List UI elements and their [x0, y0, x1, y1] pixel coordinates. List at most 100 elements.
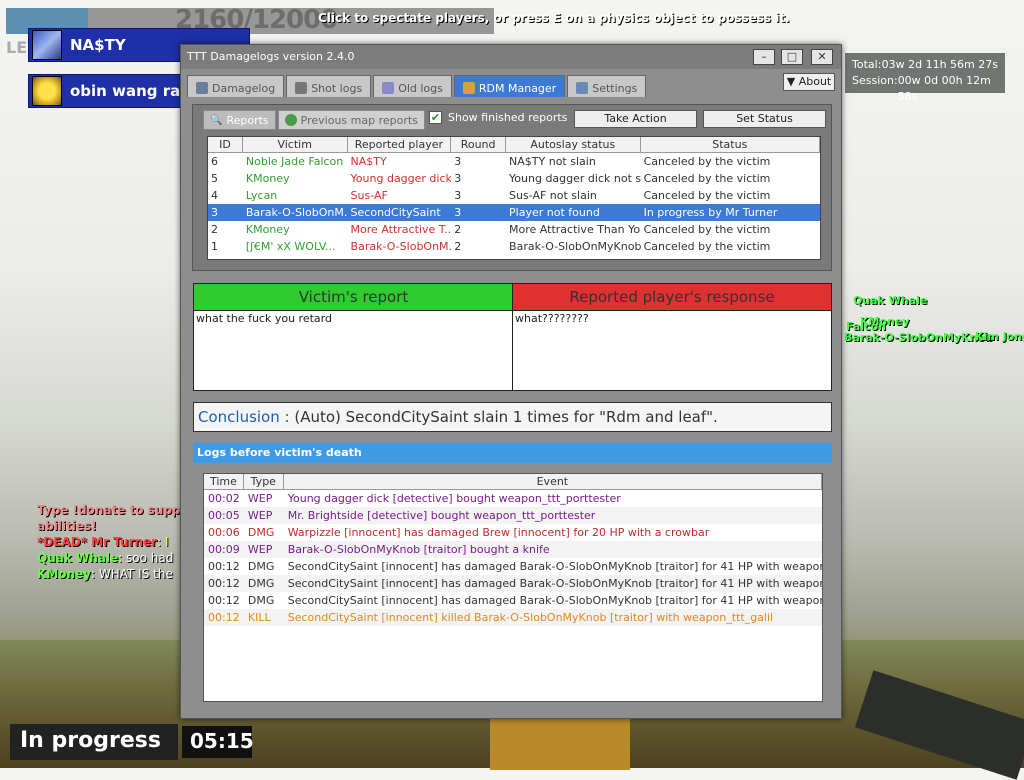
- table-cell: 2: [211, 223, 218, 236]
- log-row[interactable]: 00:09 WEP Barak-O-SlobOnMyKnob [traitor] b…: [204, 541, 822, 558]
- tab-damagelog[interactable]: Damagelog: [187, 75, 285, 97]
- log-cell: 00:09: [208, 543, 240, 556]
- log-cell: 00:02: [208, 492, 240, 505]
- chat-name: Type !donate to suppo: [37, 503, 189, 517]
- maximize-button[interactable]: □: [781, 49, 803, 65]
- table-row[interactable]: 2 KMoney More Attractive T... 2 More Attract…: [208, 221, 820, 238]
- log-row[interactable]: 00:06 DMG Warpizzle [innocent] has damaged…: [204, 524, 822, 541]
- conclusion-box: Conclusion : (Auto) SecondCitySaint slai…: [193, 402, 832, 432]
- window-titlebar[interactable]: TTT Damagelogs version 2.4.0 – □ ✕: [181, 45, 841, 69]
- tab-settings[interactable]: Settings: [567, 75, 647, 97]
- column-header[interactable]: Status: [641, 137, 820, 152]
- column-header[interactable]: Autoslay status: [506, 137, 641, 152]
- table-row[interactable]: 5 KMoney Young dagger dick 3 Young dagger di…: [208, 170, 820, 187]
- table-cell: In progress by Mr Turner: [643, 206, 778, 219]
- checkbox-label: Show finished reports: [448, 111, 568, 124]
- table-cell: Canceled by the victim: [643, 155, 771, 168]
- log-cell: SecondCitySaint [innocent] has damaged B…: [287, 577, 822, 590]
- report-panel: Victim's report Reported player's respon…: [193, 283, 832, 391]
- column-header[interactable]: Round: [451, 137, 507, 152]
- take-action-button[interactable]: Take Action: [574, 110, 697, 128]
- log-cell: 00:12: [208, 577, 240, 590]
- chat-name: *DEAD* Mr Turner: [37, 535, 158, 549]
- tab-rdm-manager[interactable]: RDM Manager: [453, 75, 566, 97]
- tab-label: RDM Manager: [478, 81, 557, 95]
- table-cell: NA$TY: [350, 155, 387, 168]
- logs-table: Time Type Event 00:02 WEP Young dagger dic…: [203, 473, 823, 702]
- table-cell: More Attractive Than Yo...: [509, 223, 641, 236]
- column-header[interactable]: Victim: [243, 137, 348, 152]
- log-cell: KILL: [247, 611, 271, 624]
- calendar-icon: [382, 82, 395, 94]
- set-status-button[interactable]: Set Status: [703, 110, 826, 128]
- about-label: About: [798, 75, 832, 88]
- chat-message: : WHAT IS the: [91, 567, 173, 581]
- main-tabs: Damagelog Shot logs Old logs RDM Manager Set…: [187, 75, 647, 97]
- weapon-model: [854, 670, 1024, 780]
- wrench-icon: [576, 82, 589, 94]
- table-row[interactable]: 6 Noble Jade Falcon NA$TY 3 NA$TY not slain C…: [208, 153, 820, 170]
- table-cell: Barak-O-SlobOnMyKnob ...: [509, 240, 641, 253]
- log-row[interactable]: 00:12 DMG SecondCitySaint [innocent] has d…: [204, 575, 822, 592]
- report-subtabs: 🔍 Reports Previous map reports: [203, 110, 425, 130]
- column-header[interactable]: Event: [284, 474, 822, 489]
- log-row[interactable]: 00:12 DMG SecondCitySaint [innocent] has d…: [204, 592, 822, 609]
- column-header[interactable]: Time: [204, 474, 244, 489]
- minimize-button[interactable]: –: [753, 49, 775, 65]
- log-row[interactable]: 00:12 DMG SecondCitySaint [innocent] has d…: [204, 558, 822, 575]
- player-nametag: Barak-O-SlobOnMyKnob: [844, 331, 993, 344]
- tab-label: Shot logs: [311, 81, 363, 95]
- session-label: Session:: [852, 74, 898, 87]
- column-header[interactable]: ID: [208, 137, 243, 152]
- log-row[interactable]: 00:05 WEP Mr. Brightside [detective] bough…: [204, 507, 822, 524]
- column-header[interactable]: Reported player: [348, 137, 452, 152]
- session-timer: Total: 03w 2d 11h 56m 27s Session: 00w 0d …: [845, 53, 1005, 103]
- log-cell: SecondCitySaint [innocent] has damaged B…: [287, 560, 822, 573]
- reports-table: ID Victim Reported player Round Autoslay…: [207, 136, 821, 260]
- chat-name: KMoney: [37, 567, 91, 581]
- tab-label: Settings: [592, 81, 638, 95]
- table-cell: 5: [211, 172, 218, 185]
- table-cell: 3: [454, 189, 462, 202]
- table-cell: 2: [454, 223, 462, 236]
- table-row[interactable]: 3 Barak-O-SlobOnM... SecondCitySaint 3 Playe…: [208, 204, 820, 221]
- table-cell: Canceled by the victim: [643, 240, 771, 253]
- tab-label: Reports: [226, 113, 269, 127]
- log-cell: DMG: [247, 594, 275, 607]
- magnifier-icon: [462, 82, 475, 94]
- table-cell: SecondCitySaint: [350, 206, 441, 219]
- table-cell: KMoney: [245, 223, 290, 236]
- victim-report-text: what the fuck you retard: [196, 312, 332, 325]
- conclusion-label: Conclusion :: [198, 408, 290, 426]
- table-cell: Barak-O-SlobOnM...: [350, 240, 452, 253]
- tab-previous-map-reports[interactable]: Previous map reports: [277, 110, 425, 130]
- tab-old-logs[interactable]: Old logs: [373, 75, 452, 97]
- log-row[interactable]: 00:12 KILL SecondCitySaint [innocent] kill…: [204, 609, 822, 626]
- table-cell: Barak-O-SlobOnM...: [245, 206, 348, 219]
- gun-icon: [295, 82, 308, 94]
- table-cell: Sus-AF: [350, 189, 388, 202]
- chat-name: Quak Whale: [37, 551, 119, 565]
- table-cell: 4: [211, 189, 218, 202]
- show-finished-checkbox[interactable]: ✔ Show finished reports: [429, 111, 567, 124]
- about-button[interactable]: ▼ About: [783, 73, 835, 91]
- log-cell: 00:06: [208, 526, 240, 539]
- column-header[interactable]: Type: [244, 474, 284, 489]
- log-cell: Barak-O-SlobOnMyKnob [traitor] bought a …: [287, 543, 550, 556]
- table-cell: 3: [454, 172, 462, 185]
- chat-line: KMoney: WHAT IS the: [37, 566, 189, 582]
- tab-shot-logs[interactable]: Shot logs: [286, 75, 372, 97]
- crate: [490, 710, 630, 770]
- table-cell: KMoney: [245, 172, 290, 185]
- log-cell: 00:12: [208, 594, 240, 607]
- log-row[interactable]: 00:02 WEP Young dagger dick [detective] bo…: [204, 490, 822, 507]
- table-row[interactable]: 1 [ʃ€M' xX WOLV... Barak-O-SlobOnM... 2 Bara…: [208, 238, 820, 255]
- table-icon: [196, 82, 208, 94]
- reports-panel: 🔍 Reports Previous map reports ✔ Show fini…: [192, 104, 832, 271]
- tab-reports[interactable]: 🔍 Reports: [203, 110, 276, 130]
- table-cell: 3: [211, 206, 218, 219]
- table-cell: 3: [454, 206, 462, 219]
- close-button[interactable]: ✕: [811, 49, 833, 65]
- tab-label: Previous map reports: [300, 113, 418, 127]
- table-row[interactable]: 4 Lycan Sus-AF 3 Sus-AF not slain Canceled by…: [208, 187, 820, 204]
